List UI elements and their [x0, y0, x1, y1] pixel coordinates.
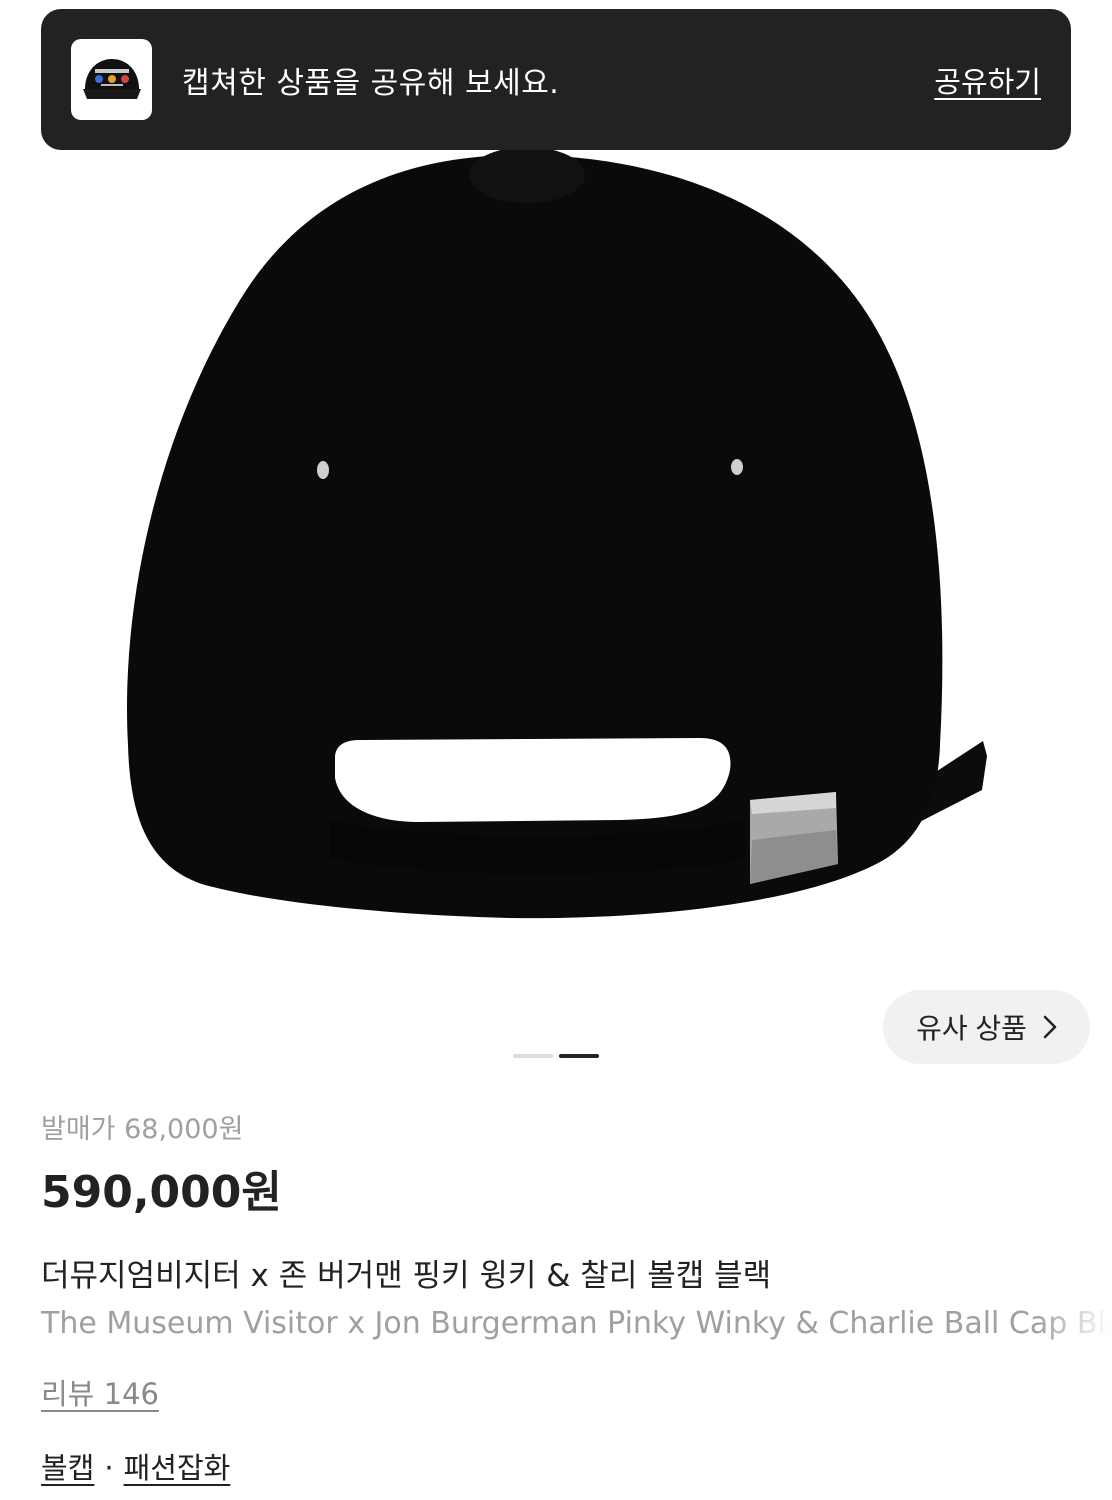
- product-image[interactable]: [0, 0, 1112, 1080]
- captured-product-thumbnail[interactable]: [71, 39, 152, 120]
- chevron-right-icon: [1043, 1015, 1057, 1039]
- cap-image: [126, 147, 987, 919]
- share-toast: 캡쳐한 상품을 공유해 보세요. 공유하기: [41, 9, 1071, 150]
- current-price: 590,000원: [41, 1167, 282, 1218]
- category-link-fashion-accessories[interactable]: 패션잡화: [124, 1451, 231, 1485]
- review-link[interactable]: 리뷰 146: [41, 1372, 159, 1416]
- category-separator: ·: [104, 1451, 114, 1485]
- similar-products-label: 유사 상품: [916, 1013, 1027, 1044]
- product-detail-page: 캡쳐한 상품을 공유해 보세요. 공유하기 유사 상품 발매가 68,000원 …: [0, 0, 1112, 1500]
- cap-thumbnail-icon: [82, 58, 141, 99]
- product-info: 발매가 68,000원 590,000원 더뮤지엄비지터 x 존 버거맨 핑키 …: [41, 1108, 1112, 1490]
- release-price: 발매가 68,000원: [41, 1114, 244, 1145]
- share-button[interactable]: 공유하기: [934, 59, 1041, 101]
- toast-message: 캡쳐한 상품을 공유해 보세요.: [182, 65, 560, 101]
- carousel-dot-1[interactable]: [513, 1054, 553, 1058]
- product-name-english: The Museum Visitor x Jon Burgerman Pinky…: [41, 1306, 1112, 1341]
- carousel-dot-2-active[interactable]: [559, 1054, 599, 1058]
- product-name-korean: 더뮤지엄비지터 x 존 버거맨 핑키 윙키 & 찰리 볼캡 블랙: [41, 1258, 772, 1294]
- category-breadcrumb: 볼캡 · 패션잡화: [41, 1446, 1101, 1490]
- carousel-indicator: [513, 1054, 599, 1058]
- similar-products-button[interactable]: 유사 상품: [883, 990, 1090, 1064]
- category-link-ballcap[interactable]: 볼캡: [41, 1451, 94, 1485]
